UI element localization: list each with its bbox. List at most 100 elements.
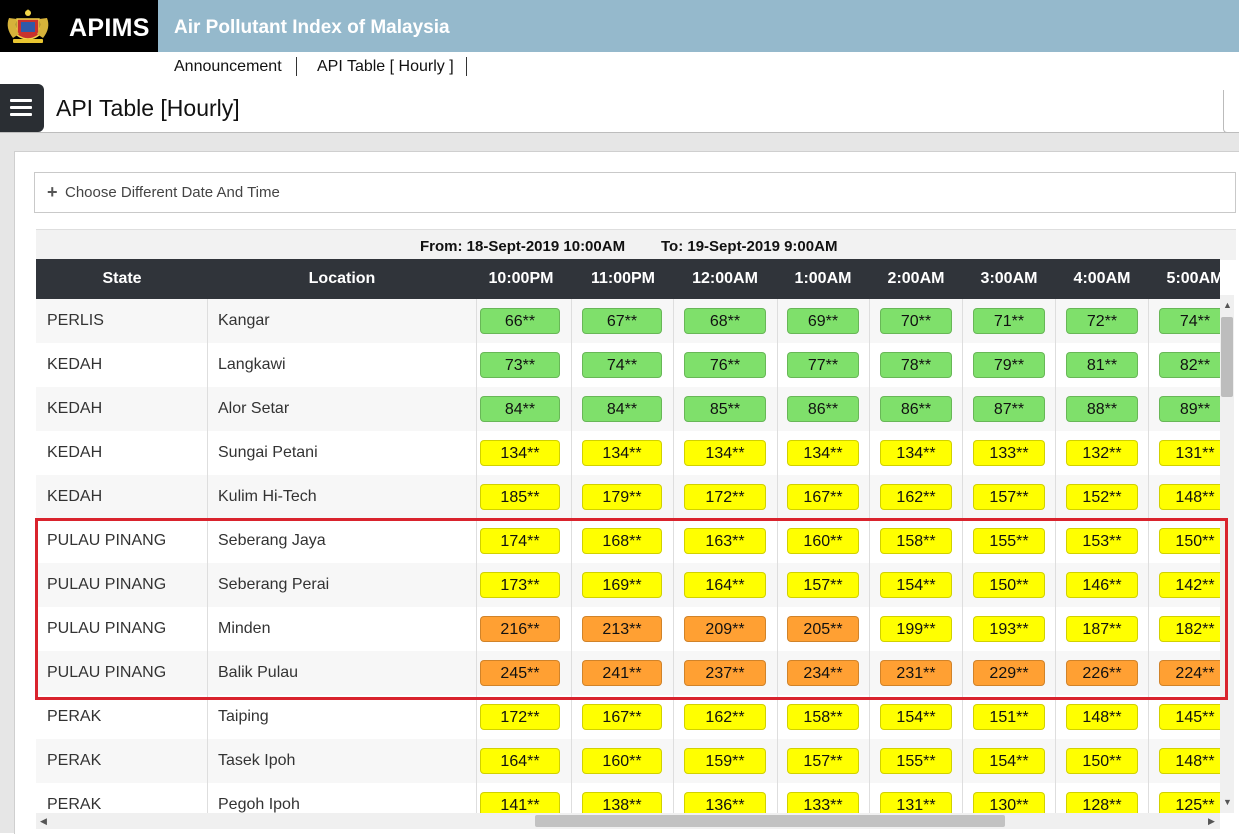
column-divider <box>869 739 870 783</box>
api-value-badge: 224** <box>1159 660 1220 686</box>
api-value-badge: 82** <box>1159 352 1220 378</box>
api-value-badge: 132** <box>1066 440 1138 466</box>
column-divider <box>673 519 674 563</box>
api-value-badge: 86** <box>880 396 952 422</box>
scroll-right-arrow-icon[interactable]: ▶ <box>1208 816 1215 827</box>
api-value-badge: 168** <box>582 528 662 554</box>
column-divider <box>1055 739 1056 783</box>
api-value-badge: 199** <box>880 616 952 642</box>
table-row: PERLIS Kangar 66** 67** 68** 69** 70** 71** 72**… <box>36 299 1220 344</box>
api-value-badge: 157** <box>787 748 859 774</box>
api-value-badge: 131** <box>1159 440 1220 466</box>
column-divider <box>1055 343 1056 387</box>
column-divider <box>777 475 778 519</box>
scroll-up-arrow-icon[interactable]: ▲ <box>1223 300 1232 310</box>
column-divider <box>673 343 674 387</box>
api-value-badge: 70** <box>880 308 952 334</box>
column-divider <box>673 607 674 651</box>
column-divider <box>571 783 572 814</box>
state-cell: PULAU PINANG <box>47 576 167 593</box>
column-divider <box>1055 695 1056 739</box>
location-cell: Alor Setar <box>218 400 290 417</box>
column-divider <box>673 783 674 814</box>
column-divider <box>869 299 870 343</box>
api-value-badge: 229** <box>973 660 1045 686</box>
column-divider <box>476 607 477 651</box>
vertical-scroll-thumb[interactable] <box>1221 317 1233 397</box>
state-cell: PERLIS <box>47 312 104 329</box>
column-divider <box>571 431 572 475</box>
column-divider <box>476 783 477 814</box>
brand-block[interactable]: APIMS <box>0 0 158 52</box>
column-divider <box>1055 475 1056 519</box>
api-value-badge: 237** <box>684 660 766 686</box>
column-divider <box>207 475 208 519</box>
column-divider <box>207 519 208 563</box>
table-row: PULAU PINANG Minden 216** 213** 209** 205** 19… <box>36 607 1220 652</box>
choose-date-toggle[interactable]: + Choose Different Date And Time <box>34 172 1236 213</box>
page-title-bar: API Table [Hourly] <box>0 82 1239 133</box>
api-value-badge: 226** <box>1066 660 1138 686</box>
column-divider <box>962 739 963 783</box>
column-divider <box>1148 695 1149 739</box>
column-divider <box>571 299 572 343</box>
api-value-badge: 182** <box>1159 616 1220 642</box>
content-area: + Choose Different Date And Time From: 1… <box>0 133 1239 834</box>
column-divider <box>571 475 572 519</box>
api-value-badge: 138** <box>582 792 662 814</box>
column-divider <box>962 431 963 475</box>
nav-api-table-link[interactable]: API Table [ Hourly ] <box>317 58 454 76</box>
horizontal-scroll-thumb[interactable] <box>535 815 1005 827</box>
api-value-badge: 73** <box>480 352 560 378</box>
api-value-badge: 151** <box>973 704 1045 730</box>
state-cell: PERAK <box>47 796 102 813</box>
column-divider <box>476 431 477 475</box>
api-value-badge: 79** <box>973 352 1045 378</box>
column-divider <box>673 299 674 343</box>
state-cell: PULAU PINANG <box>47 532 167 549</box>
api-value-badge: 74** <box>582 352 662 378</box>
api-value-badge: 148** <box>1159 748 1220 774</box>
column-divider <box>869 783 870 814</box>
scroll-down-arrow-icon[interactable]: ▼ <box>1223 797 1232 807</box>
column-divider <box>673 739 674 783</box>
hamburger-menu-button[interactable] <box>0 84 44 132</box>
column-divider <box>207 431 208 475</box>
column-divider <box>1148 563 1149 607</box>
column-divider <box>571 343 572 387</box>
location-cell: Seberang Perai <box>218 576 330 593</box>
column-divider <box>777 563 778 607</box>
column-divider <box>1148 651 1149 695</box>
app-header: APIMS Air Pollutant Index of Malaysia <box>0 0 1239 52</box>
column-divider <box>476 299 477 343</box>
api-value-badge: 86** <box>787 396 859 422</box>
plus-icon: + <box>47 182 58 202</box>
column-divider <box>962 343 963 387</box>
nav-announcement-link[interactable]: Announcement <box>174 58 282 76</box>
scroll-left-arrow-icon[interactable]: ◀ <box>40 816 47 827</box>
api-value-badge: 134** <box>880 440 952 466</box>
api-value-badge: 71** <box>973 308 1045 334</box>
table-row: KEDAH Sungai Petani 134** 134** 134** 134** 13… <box>36 431 1220 476</box>
column-divider <box>207 343 208 387</box>
menu-icon <box>10 113 32 116</box>
column-divider <box>207 387 208 431</box>
api-value-badge: 145** <box>1159 704 1220 730</box>
column-divider <box>777 695 778 739</box>
column-divider <box>571 695 572 739</box>
column-divider <box>1148 475 1149 519</box>
api-table-panel: + Choose Different Date And Time From: 1… <box>14 151 1239 834</box>
column-divider <box>1148 519 1149 563</box>
api-value-badge: 157** <box>787 572 859 598</box>
table-row: PULAU PINANG Seberang Perai 173** 169** 164*… <box>36 563 1220 608</box>
api-value-badge: 164** <box>480 748 560 774</box>
page-title: API Table [Hourly] <box>56 95 240 121</box>
column-divider <box>571 607 572 651</box>
api-value-badge: 74** <box>1159 308 1220 334</box>
column-divider <box>869 343 870 387</box>
column-divider <box>869 563 870 607</box>
column-divider <box>777 431 778 475</box>
column-divider <box>869 695 870 739</box>
api-table: State Location 10:00PM 11:00PM 12:00AM 1:00AM… <box>36 259 1220 814</box>
api-value-badge: 77** <box>787 352 859 378</box>
